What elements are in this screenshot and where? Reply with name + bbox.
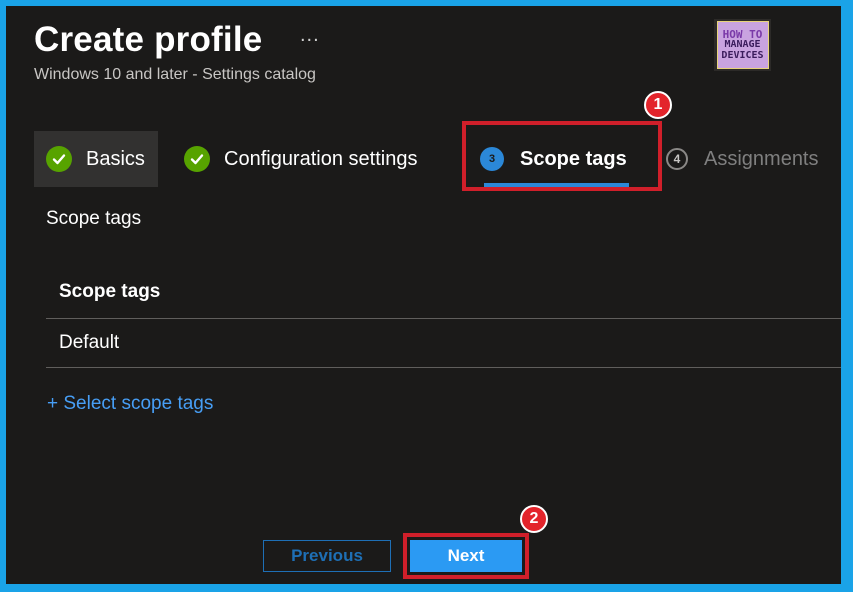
page-subtitle: Windows 10 and later - Settings catalog: [34, 66, 316, 83]
create-profile-window: Create profile ... Windows 10 and later …: [6, 6, 841, 584]
wizard-tabs: Basics Configuration settings 3 Scope ta…: [34, 131, 841, 187]
step-4-icon: 4: [666, 148, 688, 170]
tab-configuration-settings[interactable]: Configuration settings: [184, 131, 417, 187]
how-to-manage-devices-logo: HOW TO MANAGE DEVICES: [714, 19, 771, 71]
tab-assignments[interactable]: 4 Assignments: [666, 131, 819, 187]
scope-tags-table: Scope tags Default: [46, 266, 841, 368]
check-icon: [184, 146, 210, 172]
table-header: Scope tags: [46, 266, 841, 319]
tab-configuration-settings-label: Configuration settings: [224, 147, 418, 170]
annotation-badge-1: 1: [644, 91, 672, 119]
table-row: Default: [46, 319, 841, 368]
previous-button[interactable]: Previous: [263, 540, 391, 572]
highlight-box-next: [403, 533, 529, 579]
section-label: Scope tags: [46, 208, 142, 229]
check-icon: [46, 146, 72, 172]
select-scope-tags-link[interactable]: + Select scope tags: [47, 393, 213, 415]
page-title: Create profile: [34, 20, 263, 59]
logo-line-3: DEVICES: [721, 49, 764, 61]
more-options-button[interactable]: ...: [300, 24, 320, 47]
tab-basics[interactable]: Basics: [34, 131, 158, 187]
tab-assignments-label: Assignments: [704, 147, 819, 170]
tab-basics-label: Basics: [86, 147, 145, 170]
highlight-box-scope-tags: [462, 121, 662, 191]
logo-badge: HOW TO MANAGE DEVICES: [716, 21, 769, 69]
annotation-badge-2: 2: [520, 505, 548, 533]
